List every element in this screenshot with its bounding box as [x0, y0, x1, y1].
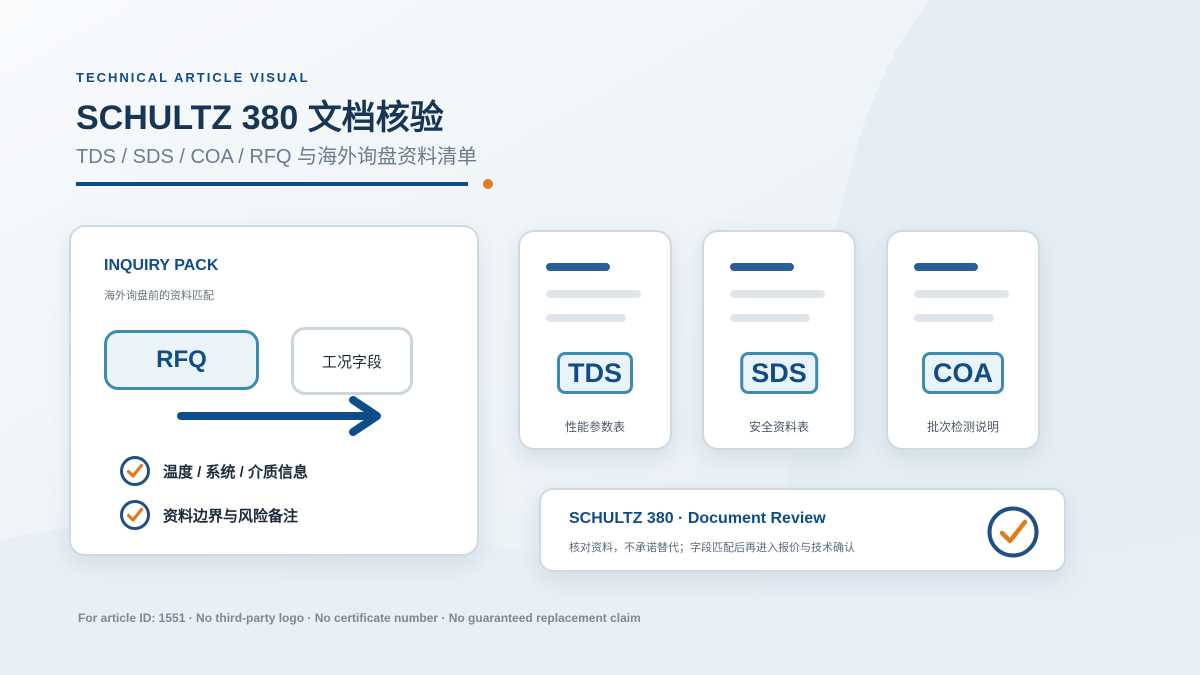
- checklist-item: 温度 / 系统 / 介质信息: [119, 455, 308, 487]
- document-text-line: [546, 290, 641, 298]
- footer-disclaimer: For article ID: 1551 · No third-party lo…: [78, 611, 641, 625]
- page-title: SCHULTZ 380 文档核验: [76, 99, 444, 137]
- inquiry-pack-card: INQUIRY PACK 海外询盘前的资料匹配 RFQ 工况字段 温度 / 系统…: [69, 225, 479, 556]
- document-text-line: [546, 314, 626, 322]
- document-caption-tds: 性能参数表: [564, 420, 625, 434]
- document-text-line: [730, 314, 810, 322]
- document-review-card: SCHULTZ 380 · Document Review 核对资料，不承诺替代…: [539, 488, 1066, 572]
- kicker-label: TECHNICAL ARTICLE VISUAL: [76, 70, 310, 85]
- title-underline: [76, 182, 468, 186]
- document-card-sds: SDS 安全资料表: [702, 230, 856, 450]
- rfq-box: RFQ: [104, 330, 259, 390]
- document-card-tds: TDS 性能参数表: [518, 230, 672, 450]
- document-header-line: [730, 263, 794, 271]
- document-badge-sds: SDS: [740, 352, 818, 394]
- check-circle-icon: [120, 456, 150, 486]
- review-title: SCHULTZ 380 · Document Review: [569, 510, 826, 527]
- working-condition-field-box: 工况字段: [291, 327, 413, 395]
- document-badge-coa: COA: [922, 352, 1004, 394]
- accent-dot: [483, 179, 493, 189]
- document-badge-tds: TDS: [557, 352, 633, 394]
- inquiry-pack-title: INQUIRY PACK: [104, 257, 219, 274]
- check-circle-icon: [987, 506, 1039, 558]
- checklist-item-label: 资料边界与风险备注: [163, 507, 299, 525]
- document-header-line: [914, 263, 978, 271]
- document-text-line: [914, 290, 1009, 298]
- document-caption-sds: 安全资料表: [748, 420, 809, 434]
- page-subtitle: TDS / SDS / COA / RFQ 与海外询盘资料清单: [76, 146, 478, 168]
- check-circle-icon: [120, 500, 150, 530]
- document-caption-coa: 批次检测说明: [926, 420, 999, 434]
- arrow-right-icon: [177, 396, 381, 436]
- document-text-line: [730, 290, 825, 298]
- inquiry-pack-subtitle: 海外询盘前的资料匹配: [104, 290, 214, 302]
- document-card-coa: COA 批次检测说明: [886, 230, 1040, 450]
- document-header-line: [546, 263, 610, 271]
- checklist-item-label: 温度 / 系统 / 介质信息: [163, 463, 309, 481]
- document-text-line: [914, 314, 994, 322]
- checklist-item: 资料边界与风险备注: [119, 499, 298, 531]
- review-subtitle: 核对资料，不承诺替代；字段匹配后再进入报价与技术确认: [569, 542, 855, 554]
